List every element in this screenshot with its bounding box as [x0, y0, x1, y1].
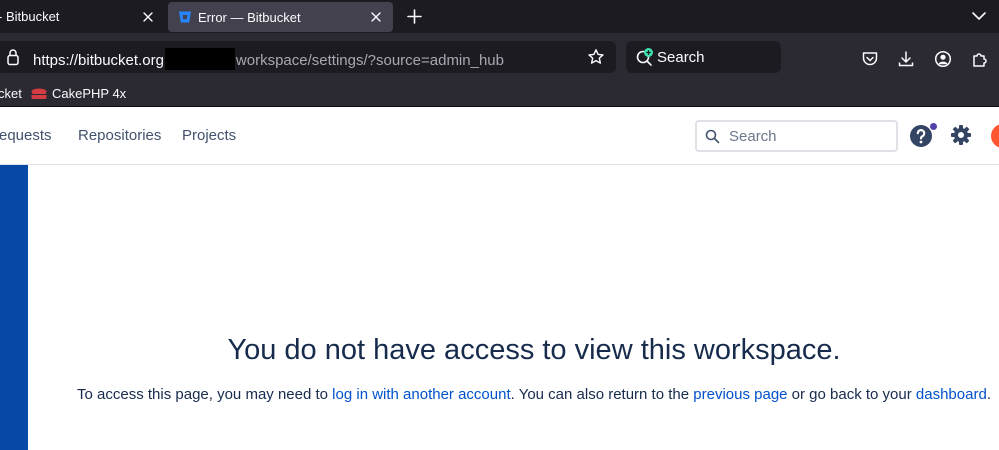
avatar[interactable] [991, 124, 999, 148]
error-text-middle: . You can also return to the [510, 386, 694, 403]
search-icon [705, 129, 720, 144]
browser-tab-active[interactable]: Error — Bitbucket [168, 2, 393, 32]
error-text-after-previous: or go back to your [787, 386, 916, 403]
search-input[interactable] [727, 124, 887, 148]
url-path: workspace/settings/?source=admin_hub [235, 52, 504, 69]
bookmark-item[interactable]: CakePHP 4x [31, 86, 126, 101]
error-text-prefix: To access this page, you may need to [77, 386, 333, 403]
error-text-suffix: . [986, 386, 991, 403]
error-message: To access this page, you may need to log… [0, 386, 999, 403]
bookmark-label: cket [0, 86, 22, 101]
bookmark-label: CakePHP 4x [52, 86, 127, 101]
app-search-box[interactable] [695, 120, 898, 152]
tab-title: - Bitbucket [0, 9, 60, 24]
app-header: requests Repositories Projects [0, 108, 999, 165]
address-bar[interactable]: https://bitbucket.org workspace/settings/… [0, 41, 616, 73]
chevron-down-icon[interactable] [971, 10, 987, 22]
previous-page-link[interactable]: previous page [693, 386, 787, 403]
download-icon[interactable] [897, 50, 915, 68]
web-search-label: Search [657, 49, 705, 66]
url-text[interactable]: https://bitbucket.org workspace/settings/… [33, 48, 504, 70]
star-icon[interactable] [587, 48, 605, 66]
pocket-icon[interactable] [861, 50, 879, 68]
gear-icon[interactable] [950, 124, 972, 146]
tab-title: Error — Bitbucket [198, 9, 301, 25]
account-icon[interactable] [934, 50, 952, 68]
web-search-box[interactable]: Search [626, 41, 781, 73]
nav-projects[interactable]: Projects [182, 127, 236, 144]
browser-tab[interactable]: - Bitbucket [0, 0, 163, 33]
login-another-account-link[interactable]: log in with another account [332, 386, 510, 403]
bitbucket-icon [179, 11, 191, 23]
redacted-block [164, 48, 235, 70]
url-host: https://bitbucket.org [33, 52, 164, 69]
browser-toolbar: https://bitbucket.org workspace/settings/… [0, 33, 999, 81]
sidebar-strip [0, 165, 28, 450]
plus-icon[interactable] [406, 8, 423, 25]
nav-pull-requests[interactable]: requests [0, 127, 52, 144]
bookmarks-bar: cket CakePHP 4x [0, 81, 999, 107]
search-icon [636, 48, 653, 66]
notification-dot [929, 122, 938, 131]
nav-repositories[interactable]: Repositories [78, 127, 161, 144]
extensions-icon[interactable] [971, 50, 989, 68]
page-content: requests Repositories Projects [0, 108, 999, 450]
close-icon[interactable] [141, 10, 155, 24]
dashboard-link[interactable]: dashboard [916, 386, 987, 403]
cakephp-icon [31, 88, 47, 99]
bookmark-item[interactable]: cket [0, 86, 22, 101]
lock-icon[interactable] [6, 48, 20, 66]
error-title: You do not have access to view this work… [227, 334, 841, 366]
browser-tab-strip: - Bitbucket Error — Bitbucket [0, 0, 999, 33]
close-icon[interactable] [369, 10, 383, 24]
